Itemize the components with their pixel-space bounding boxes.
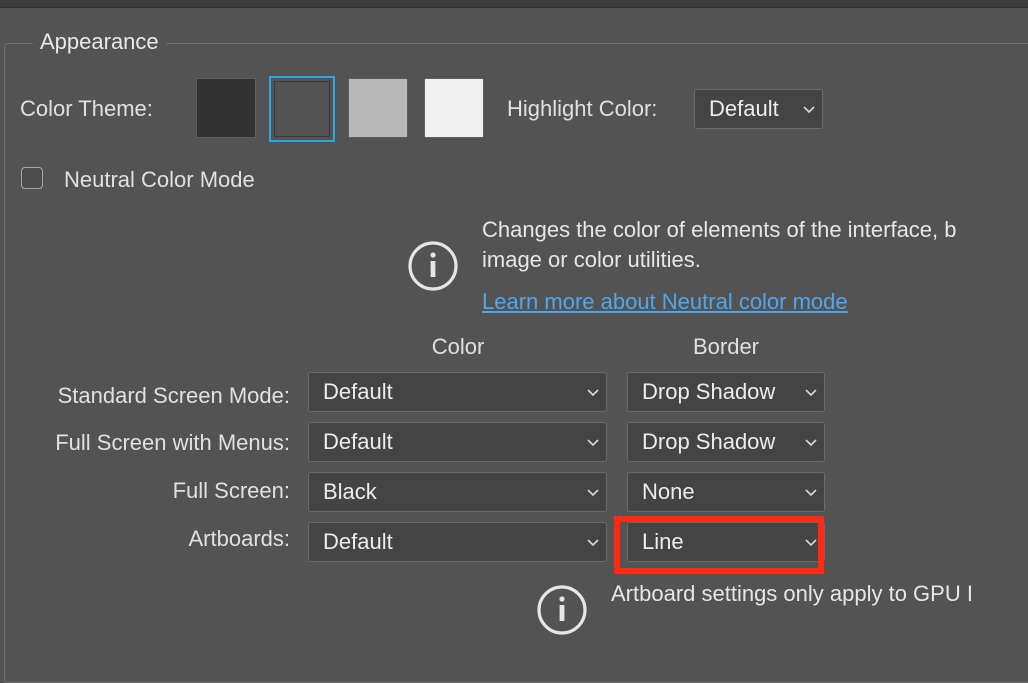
select-value: Default (323, 529, 393, 554)
chevron-down-icon (587, 539, 599, 547)
full-screen-color-select[interactable]: Black (308, 472, 607, 512)
color-column-header: Color (431, 334, 485, 359)
info-icon (408, 241, 458, 291)
neutral-color-mode-checkbox[interactable] (21, 167, 43, 189)
select-value: Default (323, 379, 393, 404)
full-screen-with-menus-label: Full Screen with Menus: (55, 430, 290, 455)
highlight-color-select[interactable]: Default (694, 89, 823, 129)
full-screen-border-select[interactable]: None (627, 472, 825, 512)
artboards-label: Artboards: (188, 526, 291, 551)
appearance-title: Appearance (33, 28, 166, 56)
standard-screen-mode-label: Standard Screen Mode: (57, 383, 290, 408)
full-screen-label: Full Screen: (172, 478, 290, 503)
window-top-edge (0, 0, 1028, 8)
full-screen-with-menus-color-select[interactable]: Default (308, 422, 607, 462)
info-icon (537, 585, 587, 635)
chevron-down-icon (805, 489, 817, 497)
select-value: Drop Shadow (642, 379, 776, 404)
standard-screen-mode-border-select[interactable]: Drop Shadow (627, 372, 825, 412)
select-value: None (642, 479, 695, 504)
neutral-description-line1: Changes the color of elements of the int… (482, 217, 957, 242)
highlight-color-value: Default (709, 96, 779, 121)
neutral-color-mode-label[interactable]: Neutral Color Mode (64, 166, 255, 194)
select-value: Black (323, 479, 377, 504)
color-theme-swatch-medium-gray[interactable] (348, 78, 408, 138)
artboard-settings-note: Artboard settings only apply to GPU I (611, 581, 973, 606)
highlight-color-label: Highlight Color: (507, 96, 658, 121)
full-screen-with-menus-border-select[interactable]: Drop Shadow (627, 422, 825, 462)
border-column-header: Border (692, 334, 760, 359)
select-value: Default (323, 429, 393, 454)
chevron-down-icon (803, 106, 815, 114)
chevron-down-icon (587, 439, 599, 447)
color-theme-label: Color Theme: (20, 96, 153, 121)
standard-screen-mode-color-select[interactable]: Default (308, 372, 607, 412)
artboards-color-select[interactable]: Default (308, 522, 607, 562)
annotation-highlight-box (614, 516, 824, 574)
color-theme-swatch-light[interactable] (424, 78, 484, 138)
select-value: Drop Shadow (642, 429, 776, 454)
chevron-down-icon (587, 389, 599, 397)
learn-more-neutral-link[interactable]: Learn more about Neutral color mode (482, 287, 848, 317)
chevron-down-icon (587, 489, 599, 497)
chevron-down-icon (805, 439, 817, 447)
color-theme-swatch-darkest[interactable] (196, 78, 256, 138)
neutral-description-line2: image or color utilities. (482, 247, 701, 272)
chevron-down-icon (805, 389, 817, 397)
color-theme-swatch-dark[interactable] (269, 76, 335, 142)
